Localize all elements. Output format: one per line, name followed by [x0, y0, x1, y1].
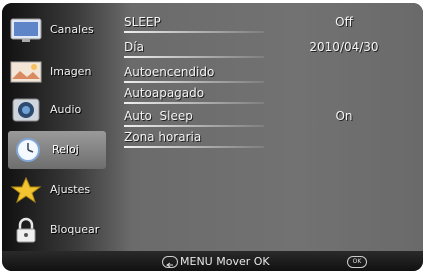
menu-row-zona-horaria[interactable]: Zona horaria [124, 130, 414, 148]
padlock-icon [10, 217, 42, 243]
sidebar: Canales Imagen Audio Reloj Ajustes Bloqu… [2, 3, 106, 251]
sidebar-item-label: Canales [50, 23, 94, 36]
sidebar-item-reloj[interactable]: Reloj [8, 131, 106, 169]
sidebar-item-ajustes[interactable]: Ajustes [6, 171, 106, 209]
speaker-icon [10, 97, 42, 123]
tv-menu-window: Canales Imagen Audio Reloj Ajustes Bloqu… [2, 3, 423, 271]
menu-row-autoapagado[interactable]: Autoapagado [124, 86, 414, 104]
landscape-picture-icon [10, 59, 42, 85]
menu-row-auto-sleep[interactable]: Auto Sleep On [124, 109, 414, 127]
sidebar-item-label: Audio [50, 103, 82, 116]
navigation-hint: MENU Mover OK [180, 255, 270, 268]
row-divider [124, 125, 264, 127]
sidebar-item-imagen[interactable]: Imagen [6, 53, 106, 91]
menu-row-sleep[interactable]: SLEEP Off [124, 15, 414, 33]
row-value: On [335, 109, 353, 123]
sidebar-item-label: Ajustes [50, 183, 91, 196]
row-divider [124, 56, 264, 58]
sidebar-item-label: Bloquear [50, 223, 100, 236]
clock-icon [12, 137, 44, 163]
row-divider [124, 146, 264, 148]
sidebar-item-label: Imagen [50, 65, 92, 78]
row-value: Off [335, 15, 353, 29]
clock-settings-panel: SLEEP Off Día 2010/04/30 Autoencendido A… [106, 3, 423, 251]
sidebar-item-bloquear[interactable]: Bloquear [6, 211, 106, 249]
row-label: Día [124, 40, 144, 54]
sidebar-item-audio[interactable]: Audio [6, 91, 106, 129]
ok-button-icon: OK [347, 256, 367, 268]
row-label: Autoapagado [124, 86, 205, 100]
row-label: Zona horaria [124, 130, 202, 144]
back-arrow-icon [162, 256, 178, 268]
menu-row-autoencendido[interactable]: Autoencendido [124, 65, 414, 83]
row-label: Auto Sleep [124, 109, 193, 123]
row-label: SLEEP [124, 15, 161, 29]
footer-hint-bar: MENU Mover OK OK [2, 251, 423, 271]
menu-row-dia[interactable]: Día 2010/04/30 [124, 40, 414, 58]
row-divider [124, 81, 264, 83]
star-icon [10, 176, 42, 204]
row-divider [124, 31, 264, 33]
row-divider [124, 102, 264, 104]
sidebar-item-canales[interactable]: Canales [6, 11, 106, 49]
row-value: 2010/04/30 [309, 40, 379, 54]
tv-screen-icon [10, 17, 42, 43]
sidebar-item-label: Reloj [52, 143, 79, 156]
row-label: Autoencendido [124, 65, 215, 79]
